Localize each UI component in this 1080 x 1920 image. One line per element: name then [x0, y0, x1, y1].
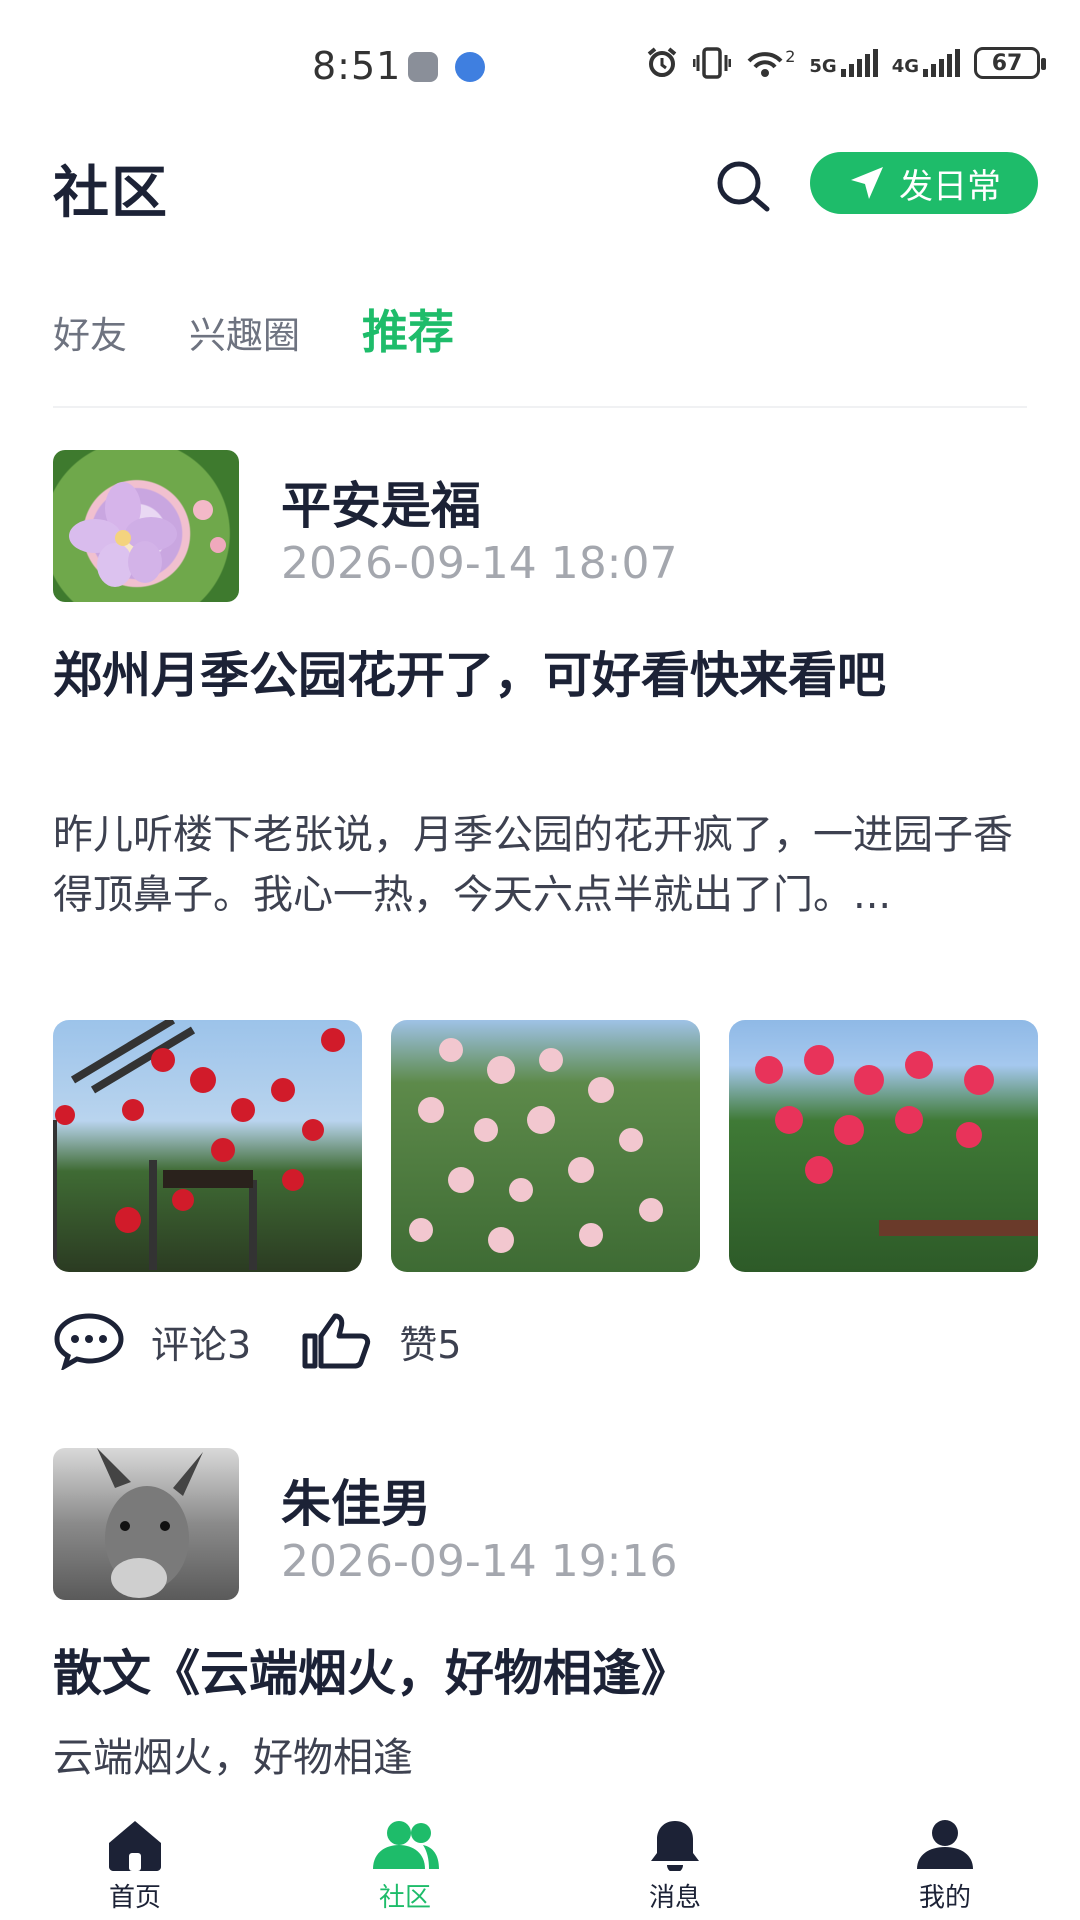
- bottom-nav: 首页 社区 消息 我的: [0, 1804, 1080, 1920]
- author-name[interactable]: 朱佳男: [281, 1464, 431, 1536]
- nav-label: 消息: [648, 1883, 701, 1913]
- donkey-photo-icon: [97, 1448, 203, 1598]
- post-daily-button[interactable]: 发日常: [810, 152, 1038, 214]
- signal-5g: 5G: [809, 49, 878, 77]
- signal-bars-4g-icon: [923, 49, 960, 77]
- feed-tabs: 好友 兴趣圈 推荐: [53, 296, 516, 362]
- comment-count: 评论3: [151, 1322, 252, 1367]
- signal-bars-5g-icon: [840, 49, 878, 77]
- flower-photo-icon: [69, 482, 226, 587]
- hot-pink-roses-photo-icon: [755, 1045, 1038, 1236]
- post-body[interactable]: 昨儿听楼下老张说，月季公园的花开疯了，一进园子香得顶鼻子。我心一热，今天六点半就…: [53, 805, 1038, 925]
- battery-indicator: 67: [974, 47, 1046, 79]
- comment-icon: [54, 1313, 124, 1370]
- nav-label: 我的: [918, 1883, 971, 1913]
- thumbs-up-icon: [302, 1313, 371, 1369]
- app-notification-icon: [408, 52, 438, 82]
- network-4g-label: 4G: [891, 56, 919, 77]
- send-icon: [851, 167, 883, 199]
- tabs-divider: [53, 406, 1027, 408]
- status-time: 8:51: [312, 44, 402, 88]
- browser-notification-icon: [455, 52, 485, 82]
- nav-profile[interactable]: 我的: [810, 1804, 1080, 1920]
- network-5g-label: 5G: [809, 56, 837, 77]
- tab-friends[interactable]: 好友: [53, 305, 127, 359]
- author-name[interactable]: 平安是福: [281, 466, 481, 538]
- post-photo-pink-roses[interactable]: [391, 1020, 700, 1272]
- avatar[interactable]: [53, 1448, 239, 1600]
- post-photo-hot-pink-roses[interactable]: [729, 1020, 1038, 1272]
- post-actions: 评论3 赞5: [53, 1312, 511, 1370]
- pink-roses-bush-photo-icon: [409, 1038, 663, 1253]
- comment-button[interactable]: 评论3: [53, 1312, 251, 1370]
- battery-level: 67: [991, 50, 1023, 76]
- bell-icon: [651, 1821, 699, 1871]
- tab-interest-circles[interactable]: 兴趣圈: [189, 305, 300, 359]
- nav-label: 首页: [108, 1883, 161, 1913]
- avatar[interactable]: [53, 450, 239, 602]
- post-card[interactable]: 朱佳男 2026-09-14 19:16 散文《云端烟火，好物相逢》 云端烟火，…: [53, 1448, 1038, 1808]
- nav-messages[interactable]: 消息: [540, 1804, 810, 1920]
- wifi-badge: 2: [785, 47, 796, 66]
- community-icon: [373, 1821, 439, 1869]
- status-bar: 8:51 2 5G 4G 67: [0, 0, 1080, 130]
- post-time: 2026-09-14 18:07: [281, 538, 678, 589]
- nav-home[interactable]: 首页: [0, 1804, 270, 1920]
- search-icon: [717, 161, 770, 212]
- post-card[interactable]: 平安是福 2026-09-14 18:07 郑州月季公园花开了，可好看快来看吧 …: [53, 450, 1038, 1390]
- status-right: 2 5G 4G 67: [645, 46, 1046, 80]
- alarm-icon: [647, 47, 677, 77]
- post-daily-label: 发日常: [899, 166, 1001, 207]
- post-body[interactable]: 云端烟火，好物相逢: [53, 1728, 1038, 1788]
- search-button[interactable]: [712, 156, 774, 218]
- vibrate-icon: [693, 47, 732, 79]
- nav-community[interactable]: 社区: [270, 1804, 540, 1920]
- user-icon: [917, 1820, 973, 1869]
- post-title[interactable]: 郑州月季公园花开了，可好看快来看吧: [53, 640, 1038, 712]
- post-photo-red-roses[interactable]: [53, 1020, 362, 1272]
- like-count: 赞5: [399, 1322, 462, 1367]
- home-icon: [109, 1821, 161, 1871]
- wifi-icon: [747, 52, 783, 77]
- post-time: 2026-09-14 19:16: [281, 1536, 678, 1587]
- nav-label: 社区: [378, 1883, 431, 1913]
- like-button[interactable]: 赞5: [301, 1312, 461, 1370]
- red-roses-arch-photo-icon: [53, 1020, 345, 1270]
- post-title[interactable]: 散文《云端烟火，好物相逢》: [53, 1638, 1038, 1710]
- tab-recommended[interactable]: 推荐: [362, 296, 454, 362]
- wifi-indicator: 2: [745, 47, 795, 79]
- signal-4g: 4G: [892, 49, 960, 77]
- page-title: 社区: [53, 161, 169, 226]
